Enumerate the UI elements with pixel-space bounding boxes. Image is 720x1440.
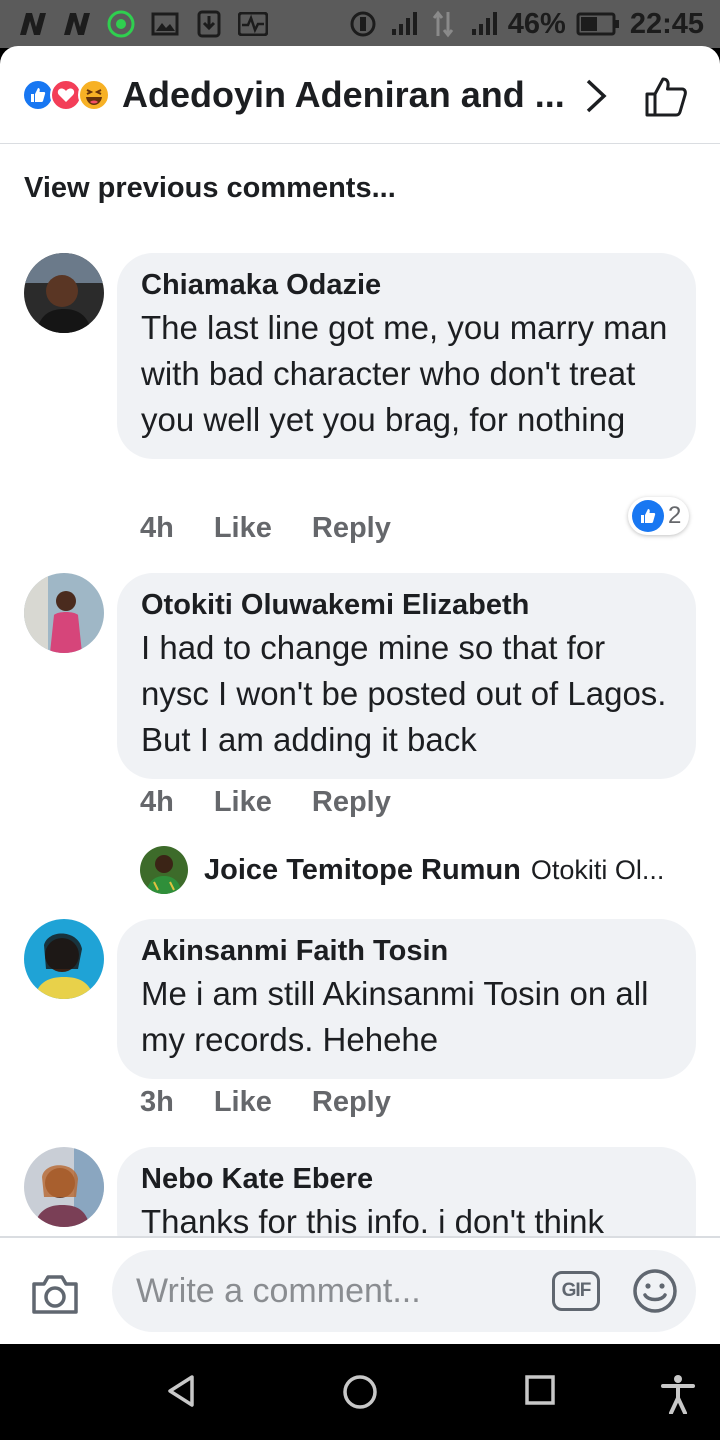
home-icon[interactable] — [342, 1374, 378, 1415]
comment-actions: 4h Like Reply — [140, 786, 391, 819]
comment-author[interactable]: Nebo Kate Ebere — [141, 1161, 672, 1197]
reply-author[interactable]: Joice Temitope Rumun — [204, 854, 521, 887]
comment-text: The last line got me, you marry man with… — [141, 309, 668, 438]
recent-apps-icon[interactable] — [524, 1374, 556, 1411]
battery-percent: 46% — [507, 7, 566, 40]
like-button[interactable]: Like — [214, 786, 272, 819]
comment-time: 4h — [140, 512, 174, 544]
comment-author[interactable]: Chiamaka Odazie — [141, 267, 672, 303]
reactions-title[interactable]: Adedoyin Adeniran and ... — [122, 74, 565, 116]
reply-button[interactable]: Reply — [312, 512, 391, 545]
like-outline-icon[interactable] — [644, 76, 688, 123]
avatar[interactable] — [24, 573, 104, 653]
accessibility-icon[interactable] — [660, 1374, 696, 1419]
comment-time: 4h — [140, 786, 174, 818]
like-button[interactable]: Like — [214, 512, 272, 545]
notification-n-icon — [18, 10, 48, 38]
signal-icon — [468, 10, 498, 38]
reply-text: Otokiti Ol... — [530, 854, 665, 885]
avatar[interactable] — [24, 253, 104, 333]
comment-composer: Write a comment... GIF — [0, 1236, 720, 1344]
whatsapp-icon — [106, 10, 136, 38]
comment-reaction-count[interactable]: 2 — [628, 497, 690, 535]
reply-button[interactable]: Reply — [312, 786, 391, 819]
clock: 22:45 — [629, 7, 704, 40]
like-reaction-icon — [632, 500, 664, 532]
comment-author[interactable]: Otokiti Oluwakemi Elizabeth — [141, 587, 672, 623]
system-navigation-bar — [0, 1344, 720, 1440]
comment-bubble[interactable]: Akinsanmi Faith Tosin Me i am still Akin… — [117, 919, 696, 1079]
haha-reaction-icon — [78, 78, 110, 111]
status-bar: 46% 22:45 — [0, 0, 720, 48]
avatar[interactable] — [24, 1147, 104, 1227]
notification-n-icon — [62, 10, 92, 38]
comment-bubble[interactable]: Chiamaka Odazie The last line got me, yo… — [117, 253, 696, 459]
back-icon[interactable] — [166, 1374, 196, 1413]
like-button[interactable]: Like — [214, 1086, 272, 1119]
emoji-icon[interactable] — [632, 1268, 678, 1319]
comment-bubble[interactable]: Otokiti Oluwakemi Elizabeth I had to cha… — [117, 573, 696, 779]
camera-icon[interactable] — [30, 1272, 80, 1321]
reaction-count: 2 — [668, 502, 682, 529]
download-icon — [194, 10, 224, 38]
avatar[interactable] — [140, 846, 188, 894]
comment-input-placeholder: Write a comment... — [136, 1271, 421, 1310]
comment-text: I had to change mine so that for nysc I … — [141, 629, 667, 758]
data-arrows-icon — [428, 10, 458, 38]
comment-time: 3h — [140, 1086, 174, 1118]
activity-icon — [238, 10, 268, 38]
comment-author[interactable]: Akinsanmi Faith Tosin — [141, 933, 672, 969]
gif-button[interactable]: GIF — [552, 1271, 600, 1311]
gallery-icon — [150, 10, 180, 38]
battery-icon — [576, 10, 620, 38]
hotspot-icon — [348, 10, 378, 38]
reactions-header[interactable]: Adedoyin Adeniran and ... — [0, 46, 720, 144]
signal-icon — [388, 10, 418, 38]
reply-button[interactable]: Reply — [312, 1086, 391, 1119]
comment-actions: 4h Like Reply — [140, 512, 391, 545]
reaction-summary[interactable] — [22, 78, 110, 111]
chevron-right-icon[interactable] — [582, 78, 610, 119]
view-previous-comments-link[interactable]: View previous comments... — [24, 172, 396, 205]
comments-sheet: Adedoyin Adeniran and ... View previous … — [0, 46, 720, 1344]
avatar[interactable] — [24, 919, 104, 999]
comment-actions: 3h Like Reply — [140, 1086, 391, 1119]
reply-preview[interactable]: Joice Temitope Rumun Otokiti Ol... — [140, 846, 664, 894]
comment-input[interactable]: Write a comment... GIF — [112, 1250, 696, 1332]
comment-text: Me i am still Akinsanmi Tosin on all my … — [141, 975, 649, 1058]
